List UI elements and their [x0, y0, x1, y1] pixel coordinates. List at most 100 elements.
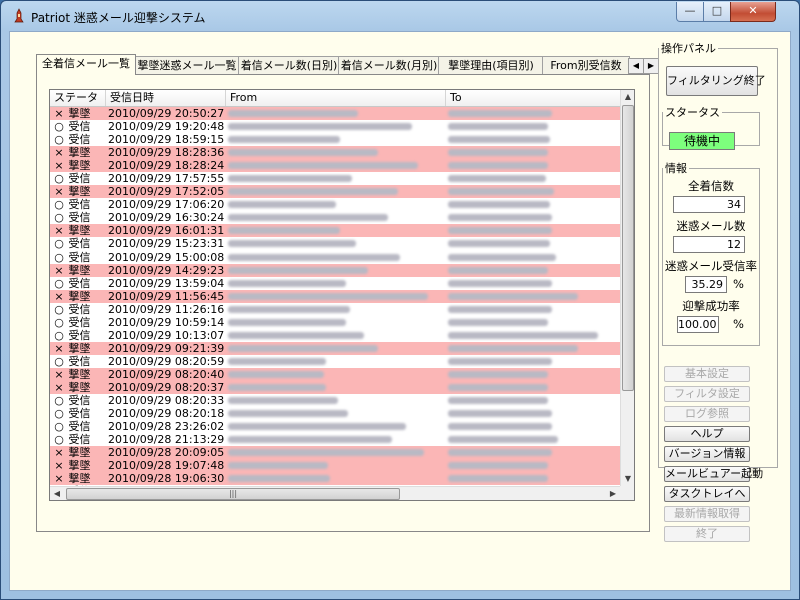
row-from-redacted — [228, 240, 356, 248]
mail-viewer-button[interactable]: メールビュアー起動 — [664, 466, 763, 482]
row-from-redacted — [228, 357, 326, 365]
tab-daily-count[interactable]: 着信メール数(日別) — [238, 56, 340, 74]
tab-from-count[interactable]: From別受信数 — [542, 56, 630, 74]
table-row[interactable]: × 撃墜 2010/09/29 16:01:31 — [50, 224, 620, 238]
status-indicator: 待機中 — [669, 132, 735, 150]
table-row[interactable]: ○ 受信 2010/09/28 23:26:02 — [50, 420, 620, 433]
table-row[interactable]: × 撃墜 2010/09/29 09:21:39 — [50, 341, 620, 355]
table-row[interactable]: ○ 受信 2010/09/29 15:00:08 — [50, 251, 620, 264]
column-header-status[interactable]: ステータス — [50, 90, 106, 120]
close-button[interactable]: ✕ — [730, 2, 776, 22]
help-button[interactable]: ヘルプ — [664, 426, 750, 442]
table-row[interactable]: × 撃墜 2010/09/29 08:20:40 — [50, 367, 620, 381]
table-row[interactable]: × 撃墜 2010/09/29 08:20:37 — [50, 380, 620, 395]
success-rate-label: 迎撃成功率 — [682, 299, 740, 313]
row-datetime: 2010/09/29 17:52:05 — [108, 185, 225, 199]
row-to-redacted — [448, 162, 548, 170]
row-status: × 撃墜 — [53, 264, 109, 277]
task-tray-button[interactable]: タスクトレイへ — [664, 486, 750, 502]
table-row[interactable]: × 撃墜 2010/09/28 19:07:48 — [50, 459, 620, 473]
received-mark-icon: ○ — [54, 315, 64, 329]
table-row[interactable]: × 撃墜 2010/09/29 11:56:45 — [50, 289, 620, 303]
tab-scroll-right-icon[interactable]: ▶ — [643, 58, 659, 74]
vertical-scrollbar[interactable]: ▲ ▼ — [620, 90, 634, 486]
log-view-button[interactable]: ログ参照 — [664, 406, 750, 422]
received-mark-icon: ○ — [54, 120, 64, 134]
row-datetime: 2010/09/29 11:56:45 — [108, 289, 225, 303]
horizontal-scrollbar[interactable]: ◀ ||| ▶ — [50, 486, 620, 500]
spam-rate-label: 迷惑メール受信率 — [665, 259, 757, 273]
table-row[interactable]: ○ 受信 2010/09/29 11:26:16 — [50, 303, 620, 316]
table-row[interactable]: ○ 受信 2010/09/29 08:20:33 — [50, 394, 620, 407]
table-row[interactable]: ○ 受信 2010/09/29 10:59:14 — [50, 316, 620, 329]
table-row[interactable]: ○ 受信 2010/09/29 17:06:20 — [50, 198, 620, 211]
scroll-down-icon[interactable]: ▼ — [621, 472, 634, 486]
column-header-to[interactable]: To — [446, 90, 620, 106]
table-row[interactable]: × 撃墜 2010/09/28 20:09:05 — [50, 446, 620, 460]
row-datetime: 2010/09/29 08:20:33 — [108, 394, 225, 408]
vertical-scroll-thumb[interactable] — [622, 105, 634, 391]
table-row[interactable]: ○ 受信 2010/09/29 19:20:48 — [50, 120, 620, 133]
row-to-redacted — [448, 449, 552, 457]
scroll-left-icon[interactable]: ◀ — [50, 487, 64, 500]
table-row[interactable]: ○ 受信 2010/09/29 13:59:04 — [50, 277, 620, 290]
minimize-button[interactable]: — — [676, 2, 704, 22]
table-row[interactable]: ○ 受信 2010/09/29 16:30:24 — [50, 211, 620, 224]
exit-button[interactable]: 終了 — [664, 526, 750, 542]
row-to-redacted — [448, 331, 598, 339]
received-mark-icon: ○ — [54, 172, 64, 186]
table-row[interactable]: ○ 受信 2010/09/29 17:57:55 — [50, 172, 620, 185]
table-row[interactable]: × 撃墜 2010/09/29 18:28:36 — [50, 146, 620, 160]
tab-scroll-left-icon[interactable]: ◀ — [628, 58, 644, 74]
blocked-mark-icon: × — [54, 159, 64, 173]
column-header-datetime[interactable]: 受信日時 — [106, 90, 226, 106]
fetch-latest-button[interactable]: 最新情報取得 — [664, 506, 750, 522]
tab-all-mail[interactable]: 全着信メール一覧 — [36, 54, 136, 75]
table-row[interactable]: ○ 受信 2010/09/29 15:23:31 — [50, 237, 620, 250]
success-rate-percent: % — [733, 317, 744, 331]
filter-stop-button[interactable]: フィルタリング終了 — [666, 66, 766, 96]
scroll-up-icon[interactable]: ▲ — [621, 90, 634, 104]
row-datetime: 2010/09/29 08:20:40 — [108, 367, 225, 381]
tab-monthly-count[interactable]: 着信メール数(月別) — [338, 56, 440, 74]
tab-blocked-spam[interactable]: 撃墜迷惑メール一覧 — [134, 56, 240, 74]
tab-panel-all-mail: ステータス 受信日時 From To × 撃墜2010/09/29 20:50:… — [36, 74, 650, 532]
row-to-redacted — [448, 149, 548, 157]
row-status: ○ 受信 — [53, 133, 109, 146]
row-from-redacted — [228, 123, 412, 131]
table-row[interactable]: × 撃墜 2010/09/28 19:06:30 — [50, 472, 620, 486]
row-from-redacted — [228, 462, 328, 470]
row-from-redacted — [228, 110, 358, 117]
table-row[interactable]: × 撃墜 2010/09/29 20:50:27 — [50, 107, 620, 121]
row-to-redacted — [448, 266, 548, 274]
table-row[interactable]: ○ 受信 2010/09/29 08:20:59 — [50, 355, 620, 368]
table-row[interactable]: ○ 受信 2010/09/28 21:13:29 — [50, 433, 620, 446]
table-row[interactable]: × 撃墜 2010/09/29 14:29:23 — [50, 263, 620, 277]
maximize-button[interactable]: □ — [703, 2, 731, 22]
row-from-redacted — [228, 292, 428, 300]
row-to-redacted — [448, 227, 552, 235]
horizontal-scroll-thumb[interactable]: ||| — [66, 488, 400, 500]
row-datetime: 2010/09/29 16:01:31 — [108, 224, 225, 238]
title-bar[interactable]: Patriot 迷惑メール迎撃システム — □ ✕ — [1, 1, 799, 31]
row-to-redacted — [448, 253, 556, 261]
row-from-redacted — [228, 201, 336, 209]
row-status-label: 撃墜 — [68, 107, 91, 120]
column-header-from[interactable]: From — [226, 90, 446, 106]
tab-block-reason[interactable]: 撃墜理由(項目別) — [438, 56, 544, 74]
table-row[interactable]: ○ 受信 2010/09/29 10:13:07 — [50, 329, 620, 342]
row-datetime: 2010/09/29 17:57:55 — [108, 172, 225, 186]
version-info-button[interactable]: バージョン情報 — [664, 446, 750, 462]
table-row[interactable]: × 撃墜 2010/09/29 18:28:24 — [50, 159, 620, 173]
received-mark-icon: ○ — [54, 133, 64, 147]
filter-settings-button[interactable]: フィルタ設定 — [664, 386, 750, 402]
table-row[interactable]: ○ 受信 2010/09/29 18:59:15 — [50, 133, 620, 146]
row-status-label: 受信 — [68, 354, 91, 368]
basic-settings-button[interactable]: 基本設定 — [664, 366, 750, 382]
mail-list[interactable]: ステータス 受信日時 From To × 撃墜2010/09/29 20:50:… — [49, 89, 635, 501]
scroll-right-icon[interactable]: ▶ — [606, 487, 620, 500]
row-status: × 撃墜 — [53, 368, 109, 381]
table-row[interactable]: × 撃墜 2010/09/29 17:52:05 — [50, 185, 620, 199]
received-mark-icon: ○ — [54, 354, 64, 368]
table-row[interactable]: ○ 受信 2010/09/29 08:20:18 — [50, 407, 620, 420]
